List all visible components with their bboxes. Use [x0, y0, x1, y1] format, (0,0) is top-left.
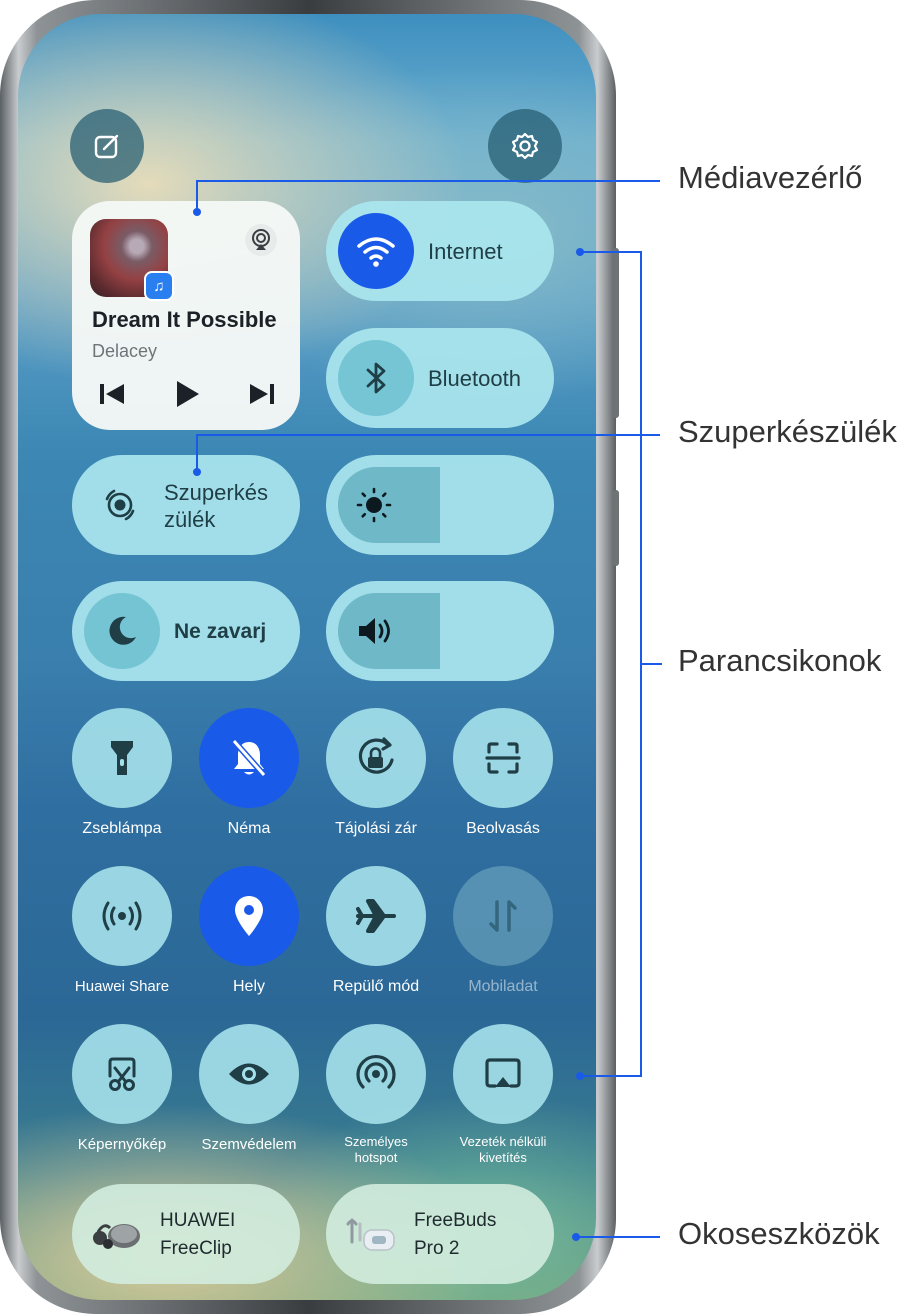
- song-artist: Delacey: [92, 341, 158, 361]
- settings-button[interactable]: [488, 109, 562, 183]
- volume-slider[interactable]: [326, 581, 554, 681]
- callout-smart-devices: Okoseszközök: [678, 1216, 880, 1251]
- previous-track-icon[interactable]: [94, 377, 130, 411]
- tile-label: Személyes hotspot: [344, 1134, 408, 1165]
- callout-line-shortcuts-out: [640, 663, 662, 665]
- device-card-freeclip[interactable]: HUAWEI FreeClip: [72, 1184, 300, 1284]
- wireless-projection-tile[interactable]: [453, 1024, 553, 1124]
- music-note-icon: ♫: [144, 271, 174, 301]
- device-card-freebuds[interactable]: FreeBuds Pro 2: [326, 1184, 554, 1284]
- earbuds-icon: [93, 1224, 140, 1249]
- volume-button: [613, 248, 619, 418]
- wireless-projection-icon: [485, 1058, 521, 1088]
- earbuds-case-icon: [346, 1218, 395, 1251]
- bell-off-icon: [231, 739, 267, 777]
- edit-button[interactable]: [70, 109, 144, 183]
- superdevice-icon: [105, 489, 135, 521]
- device-name-line2: FreeClip: [160, 1238, 232, 1259]
- wifi-icon-circle: [338, 213, 414, 289]
- tile-label: Szemvédelem: [201, 1136, 297, 1153]
- media-controller[interactable]: ♫ Dream It Possible Delacey: [72, 201, 300, 430]
- moon-icon: [109, 616, 136, 645]
- callout-line-superdevice-h: [196, 434, 660, 436]
- huawei-share-tile[interactable]: [72, 866, 172, 966]
- brightness-slider[interactable]: [326, 455, 554, 555]
- internet-toggle[interactable]: Internet: [326, 201, 554, 301]
- do-not-disturb-toggle[interactable]: Ne zavarj: [72, 581, 300, 681]
- next-track-icon[interactable]: [244, 377, 280, 411]
- tile-label: Tájolási zár: [335, 820, 417, 837]
- bluetooth-toggle[interactable]: Bluetooth: [326, 328, 554, 428]
- superdevice-label: Szuperkés zülék: [164, 480, 268, 532]
- location-tile[interactable]: [199, 866, 299, 966]
- moon-icon-circle: [84, 593, 160, 669]
- huawei-share-icon: [102, 901, 142, 931]
- gear-icon: [511, 132, 539, 160]
- wifi-icon: [357, 237, 395, 267]
- callout-line-media-v: [196, 180, 198, 210]
- tile-label: Képernyőkép: [77, 1136, 167, 1153]
- power-button: [613, 490, 619, 566]
- sun-icon: [356, 487, 392, 523]
- internet-label: Internet: [428, 239, 503, 264]
- tile-label: Repülő mód: [332, 978, 420, 995]
- flashlight-tile[interactable]: [72, 708, 172, 808]
- tile-label: Mobiladat: [468, 978, 538, 995]
- phone-frame: ♫ Dream It Possible Delacey Internet Blu…: [0, 0, 619, 1314]
- location-icon: [235, 896, 263, 936]
- callout-line-shortcuts-top: [580, 251, 642, 253]
- callout-media: Médiavezérlő: [678, 160, 863, 195]
- tile-label: Vezeték nélküli kivetítés: [459, 1134, 547, 1165]
- superdevice-toggle[interactable]: Szuperkés zülék: [72, 455, 300, 555]
- flashlight-icon: [111, 741, 133, 775]
- scan-tile[interactable]: [453, 708, 553, 808]
- screenshot-icon: [108, 1057, 136, 1091]
- airplane-icon: [356, 899, 396, 933]
- control-panel-screen: ♫ Dream It Possible Delacey Internet Blu…: [18, 14, 596, 1300]
- device-name-line1: FreeBuds: [414, 1210, 497, 1231]
- callout-line-media-h: [196, 180, 660, 182]
- callout-superdevice: Szuperkészülék: [678, 414, 897, 449]
- screenshot-tile[interactable]: [72, 1024, 172, 1124]
- callout-shortcuts: Parancsikonok: [678, 643, 882, 678]
- rotation-lock-icon: [358, 737, 394, 774]
- tile-label: Zseblámpa: [82, 820, 162, 837]
- rotation-lock-tile[interactable]: [326, 708, 426, 808]
- dnd-label: Ne zavarj: [174, 620, 267, 643]
- bluetooth-label: Bluetooth: [428, 366, 521, 391]
- airplane-tile[interactable]: [326, 866, 426, 966]
- edit-icon: [94, 134, 119, 159]
- callout-line-smart-devices: [576, 1236, 660, 1238]
- hotspot-tile[interactable]: [326, 1024, 426, 1124]
- eye-icon: [229, 1063, 269, 1085]
- eye-comfort-tile[interactable]: [199, 1024, 299, 1124]
- bluetooth-icon: [366, 362, 386, 394]
- bluetooth-icon-circle: [338, 340, 414, 416]
- callout-line-shortcuts-bottom: [580, 1075, 642, 1077]
- tile-label: Hely: [232, 978, 265, 995]
- scan-icon: [485, 742, 521, 774]
- callout-line-superdevice-v: [196, 434, 198, 472]
- device-name-line2: Pro 2: [414, 1238, 460, 1259]
- hotspot-icon: [356, 1054, 396, 1089]
- tile-label: Huawei Share: [74, 978, 170, 995]
- mobile-data-tile[interactable]: [453, 866, 553, 966]
- audio-output-icon[interactable]: [244, 223, 278, 257]
- speaker-icon: [359, 618, 390, 644]
- mobile-data-icon: [489, 900, 517, 932]
- tile-label: Beolvasás: [466, 820, 540, 837]
- song-title: Dream It Possible: [92, 307, 277, 332]
- silent-tile[interactable]: [199, 708, 299, 808]
- tile-label: Néma: [227, 820, 271, 837]
- device-name-line1: HUAWEI: [160, 1210, 236, 1231]
- play-icon[interactable]: [169, 377, 205, 411]
